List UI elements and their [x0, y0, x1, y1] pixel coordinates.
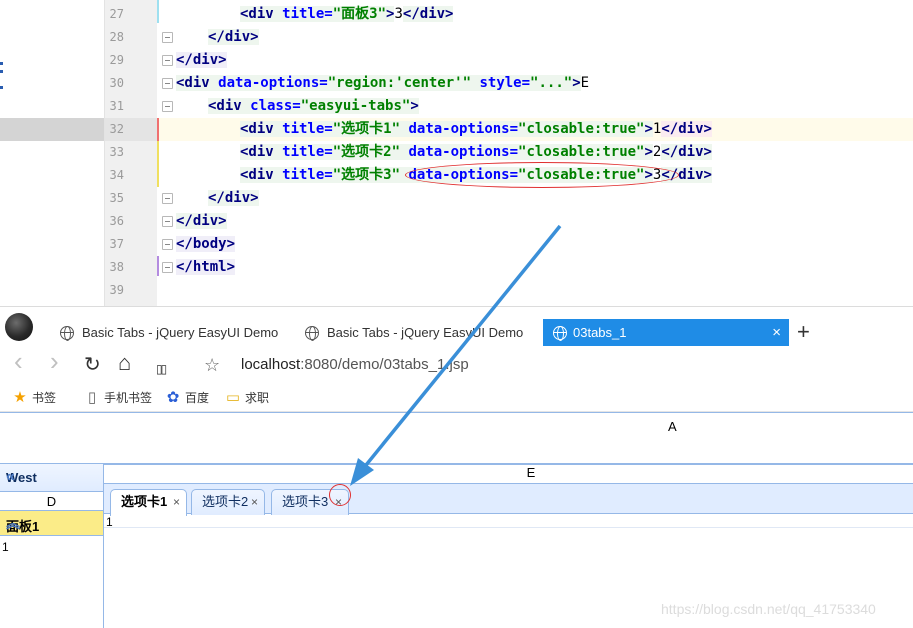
browser-tab-bar: Basic Tabs - jQuery EasyUI Demo Basic Ta…: [0, 306, 913, 347]
fold-marker-icon[interactable]: [162, 101, 173, 112]
line-number: 39: [109, 283, 124, 297]
code-line-32: 32 <div title="选项卡1" data-options="closa…: [0, 118, 913, 141]
chevron-up-icon[interactable]: ︽: [6, 513, 95, 533]
globe-icon: [553, 326, 567, 341]
line-number: 36: [109, 214, 124, 228]
west-text: D: [46, 494, 57, 509]
line-number: 33: [109, 145, 124, 159]
code-line-29: 29 </div>: [0, 49, 913, 72]
line-number: 35: [109, 191, 124, 205]
annotation-ellipse: [405, 162, 679, 188]
west-region: West « D 面板1 ︽ 1: [0, 464, 104, 628]
fold-marker-icon[interactable]: [162, 216, 173, 227]
tab-option-1[interactable]: 选项卡1 ×: [110, 489, 187, 516]
line-number: 38: [109, 260, 124, 274]
code-line-38: 38 </html>: [0, 256, 913, 279]
line-number: 30: [109, 76, 124, 90]
refresh-icon[interactable]: ↻: [84, 354, 101, 376]
url-field[interactable]: localhost:8080/demo/03tabs_1.jsp: [241, 356, 469, 373]
globe-icon: [305, 326, 319, 341]
code-line-39: 39: [0, 279, 913, 302]
line-number: 31: [109, 99, 124, 113]
star-icon: ★: [13, 389, 27, 406]
code-line-30: 30 <div data-options="region:'center'" s…: [0, 72, 913, 95]
page-content: A West « D 面板1 ︽ 1 E 选项卡1 × 选项卡2 × 选项卡3 …: [0, 412, 913, 628]
line-number: 32: [109, 122, 124, 136]
center-text: E: [526, 465, 536, 480]
reader-mode-icon[interactable]: ▯▯: [156, 358, 167, 380]
north-text: A: [668, 419, 677, 434]
fold-marker-icon[interactable]: [162, 55, 173, 66]
bookmark-item[interactable]: ▯ 手机书签: [84, 389, 152, 407]
line-number: 37: [109, 237, 124, 251]
browser-tab-active[interactable]: 03tabs_1 ×: [543, 319, 789, 347]
browser-window: Basic Tabs - jQuery EasyUI Demo Basic Ta…: [0, 306, 913, 628]
code-line-35: 35 </div>: [0, 187, 913, 210]
browser-tab-2[interactable]: Basic Tabs - jQuery EasyUI Demo: [305, 319, 523, 347]
close-icon[interactable]: ×: [251, 490, 258, 514]
code-line-37: 37 </body>: [0, 233, 913, 256]
easyui-tabs-header: 选项卡1 × 选项卡2 × 选项卡3 ×: [104, 483, 913, 516]
accordion-body: 1: [2, 540, 9, 554]
code-line-36: 36 </div>: [0, 210, 913, 233]
fold-marker-icon[interactable]: [162, 32, 173, 43]
watermark-text: https://blog.csdn.net/qq_41753340: [661, 601, 876, 617]
fold-marker-icon[interactable]: [162, 78, 173, 89]
folder-icon: ▭: [225, 389, 241, 406]
north-region: A: [0, 412, 913, 464]
user-avatar[interactable]: [5, 313, 33, 341]
globe-icon: [60, 326, 74, 341]
new-tab-button[interactable]: +: [797, 320, 810, 344]
back-icon[interactable]: ‹: [14, 348, 23, 374]
line-number: 27: [109, 7, 124, 21]
baidu-paw-icon: ✿: [166, 389, 180, 406]
line-number: 28: [109, 30, 124, 44]
line-number: 34: [109, 168, 124, 182]
fold-marker-icon[interactable]: [162, 239, 173, 250]
fold-marker-icon[interactable]: [162, 193, 173, 204]
fold-marker-icon[interactable]: [162, 262, 173, 273]
favorite-star-icon[interactable]: ☆: [204, 354, 220, 376]
browser-tab-1[interactable]: Basic Tabs - jQuery EasyUI Demo: [60, 319, 278, 347]
close-tab-icon[interactable]: ×: [772, 319, 781, 347]
collapse-left-icon[interactable]: «: [6, 468, 95, 486]
code-line-31: 31 <div class="easyui-tabs">: [0, 95, 913, 118]
line-number: 29: [109, 53, 124, 67]
bookmark-item[interactable]: ▭ 求职: [225, 389, 269, 407]
west-panel-header: West «: [0, 464, 103, 492]
address-bar: ‹ › ↻ ⌂ ▯▯ ☆ localhost:8080/demo/03tabs_…: [0, 346, 913, 384]
bookmark-item[interactable]: ✿ 百度: [165, 389, 209, 407]
bookmarks-bar: ★ 书签 ▯ 手机书签 ✿ 百度 ▭ 求职: [0, 384, 913, 412]
mobile-icon: ▯: [87, 389, 97, 406]
close-icon[interactable]: ×: [173, 490, 180, 514]
tab-option-2[interactable]: 选项卡2 ×: [191, 489, 265, 515]
code-editor: 27 <div title="面板3">3</div> 28 </div> 29…: [0, 0, 913, 306]
code-line-28: 28 </div>: [0, 26, 913, 49]
bookmark-item[interactable]: ★ 书签: [12, 389, 56, 407]
annotation-circle: [329, 484, 351, 506]
code-line-27: 27 <div title="面板3">3</div>: [0, 3, 913, 26]
home-icon[interactable]: ⌂: [118, 352, 131, 374]
accordion-header[interactable]: 面板1 ︽: [0, 510, 103, 536]
code-line-33: 33 <div title="选项卡2" data-options="closa…: [0, 141, 913, 164]
forward-icon[interactable]: ›: [50, 348, 59, 374]
